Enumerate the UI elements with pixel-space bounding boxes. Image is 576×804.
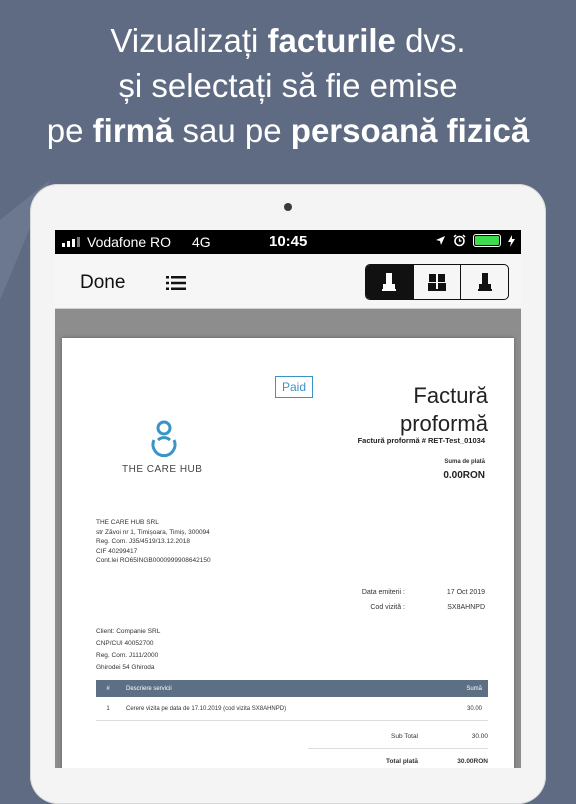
amount-value: 0.00RON <box>443 470 485 481</box>
invoice-totals: Sub Total 30.00 Total plată 30.00RON <box>308 724 488 768</box>
column-header-description: Descriere servicii <box>120 680 431 697</box>
logo-text: THE CARE HUB <box>122 464 203 475</box>
client-line: CNP/CUI 40052700 <box>96 640 154 647</box>
client-line: Ghirodei 54 Ghiroda <box>96 664 155 671</box>
headline-text: Vizualizați <box>110 22 268 59</box>
carrier-label: Vodafone RO <box>87 234 172 250</box>
visit-code-value: SX8AHNPD <box>447 604 485 611</box>
services-table: # Descriere servicii Sumă 1 Cerere vizit… <box>96 680 488 721</box>
clock-label: 10:45 <box>269 233 308 250</box>
total-value: 30.00RON <box>457 757 488 765</box>
invoice-title-line-2: proformă <box>399 411 488 436</box>
amount-label: Suma de plată <box>444 459 485 465</box>
company-line: str Zăvoi nr 1, Timișoara, Timiș, 300094 <box>96 528 210 536</box>
subtotal-value: 30.00 <box>471 732 488 740</box>
company-details: THE CARE HUB SRL str Zăvoi nr 1, Timișoa… <box>96 518 211 566</box>
table-header: # Descriere servicii Sumă <box>96 680 488 697</box>
client-line: Client: Companie SRL <box>96 628 161 635</box>
person-icon <box>382 273 397 291</box>
company-icon <box>428 274 446 291</box>
company-line: THE CARE HUB SRL <box>96 519 159 526</box>
network-label: 4G <box>192 234 211 250</box>
signal-icon <box>62 237 80 247</box>
toolbar: Done <box>55 254 521 309</box>
entity-segmented-control <box>365 264 509 300</box>
headline-text: sau pe <box>173 112 291 149</box>
company-line: CIF 40299417 <box>96 547 138 555</box>
headline-line-1: Vizualizați facturile dvs. <box>0 18 576 63</box>
company-line: Cont.lei RO65INGB0000999908642150 <box>96 557 211 564</box>
invoice-title: Factură proformă <box>400 382 488 438</box>
column-header-sum: Sumă <box>431 680 488 697</box>
segment-company[interactable] <box>412 265 461 299</box>
headline-bold-text: persoană fizică <box>290 112 530 149</box>
headline-line-3: pe firmă sau pe persoană fizică <box>0 108 576 153</box>
invoice-meta: Data emiterii : 17 Oct 2019 Cod vizită : S… <box>345 585 485 615</box>
camera-icon <box>284 203 292 211</box>
invoice-document: Paid Factură proformă Factură proformă #… <box>62 338 514 768</box>
person-alt-icon <box>477 273 492 291</box>
headline-bold-text: firmă <box>92 112 174 149</box>
headline-line-2: și selectați să fie emise <box>118 67 458 104</box>
issue-date-label: Data emiterii : <box>361 589 405 596</box>
headline-bold-text: facturile <box>267 22 396 59</box>
list-icon[interactable] <box>166 275 186 291</box>
issue-date-value: 17 Oct 2019 <box>446 589 485 596</box>
status-icons <box>435 234 515 247</box>
care-hub-logo-icon <box>151 420 177 458</box>
client-line: Reg. Com. J111/2000 <box>96 652 159 659</box>
alarm-icon <box>453 234 466 247</box>
segment-person-alt[interactable] <box>460 265 508 299</box>
row-description: Cerere vizita pe data de 17.10.2019 (cod… <box>120 697 431 721</box>
headline-text: dvs. <box>395 22 466 59</box>
battery-icon <box>473 234 501 247</box>
device-screen: Vodafone RO 4G 10:45 Done Paid Factură p… <box>55 230 521 768</box>
status-badge: Paid <box>275 376 314 398</box>
status-bar: Vodafone RO 4G 10:45 <box>55 230 521 254</box>
done-button[interactable]: Done <box>80 272 125 294</box>
client-details: Client: Companie SRL CNP/CUI 40052700 Re… <box>96 626 160 674</box>
table-row: 1 Cerere vizita pe data de 17.10.2019 (c… <box>96 697 488 721</box>
subtotal-label: Sub Total <box>391 732 418 740</box>
headline-text: pe <box>46 112 93 149</box>
location-icon <box>436 236 445 245</box>
marketing-headline: Vizualizați facturile dvs. și selectați … <box>0 18 576 153</box>
invoice-number: Factură proformă # RET-Test_01034 <box>357 436 485 445</box>
company-line: Reg. Com. J35/4519/13.12.2018 <box>96 538 190 545</box>
total-label: Total plată <box>385 757 418 765</box>
charging-icon <box>508 234 515 247</box>
visit-code-label: Cod vizită : <box>370 604 405 611</box>
row-number: 1 <box>96 697 120 721</box>
column-header-number: # <box>96 680 120 697</box>
segment-person[interactable] <box>366 265 413 299</box>
invoice-title-line-1: Factură <box>413 383 488 408</box>
row-sum: 30.00 <box>431 697 488 721</box>
